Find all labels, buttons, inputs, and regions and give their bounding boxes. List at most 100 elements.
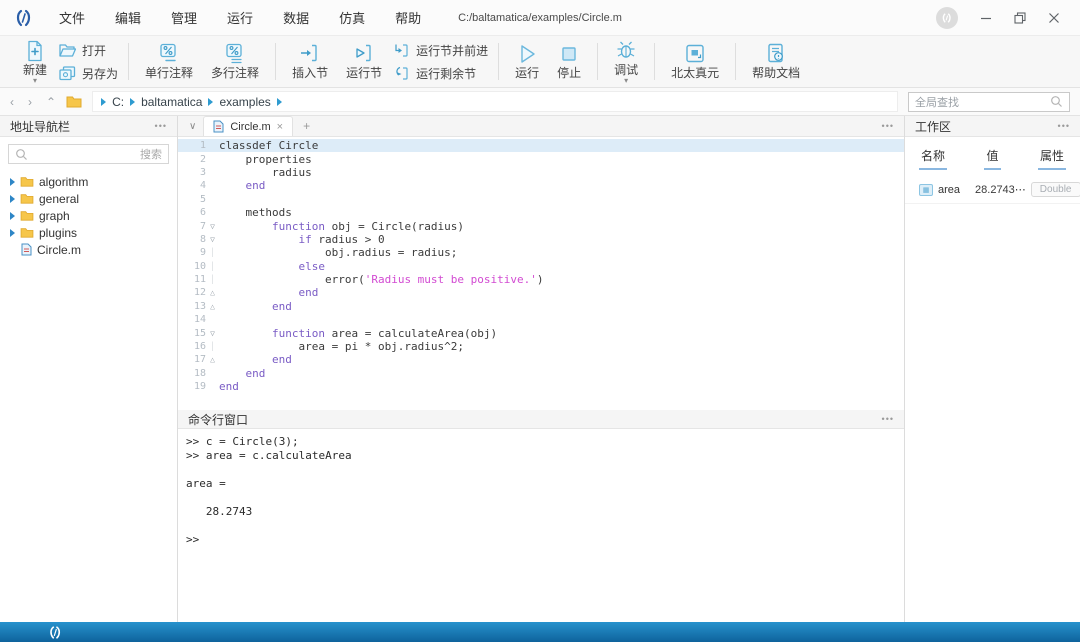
fold-marker-icon[interactable]: ▽ <box>206 235 219 244</box>
line-number: 15 <box>178 328 206 339</box>
code-line-1[interactable]: 1classdef Circle <box>178 139 904 152</box>
code-text: end <box>219 367 265 380</box>
sidebar-search-input[interactable]: 搜索 <box>8 144 169 164</box>
current-folder-icon[interactable] <box>66 95 82 108</box>
breadcrumb-segment[interactable]: C: <box>112 95 124 109</box>
tabbar-more-icon[interactable]: ••• <box>882 116 904 136</box>
folder-icon <box>20 176 34 187</box>
tab-add-icon[interactable]: + <box>293 116 320 136</box>
run-remaining-button[interactable]: 运行剩余节 <box>394 65 488 82</box>
menu-item-6[interactable]: 帮助 <box>380 8 436 27</box>
code-line-4[interactable]: 4 end <box>178 179 904 192</box>
run-section-button[interactable]: 运行节 <box>340 41 388 82</box>
fold-marker-icon[interactable]: △ <box>206 302 219 311</box>
tab-close-icon[interactable]: × <box>277 121 283 133</box>
workspace-column-0[interactable]: 名称 <box>919 147 968 170</box>
sidebar-search-placeholder: 搜索 <box>140 146 162 162</box>
save-as-button[interactable]: 另存为 <box>59 65 118 82</box>
minimize-button[interactable] <box>980 12 992 24</box>
beitai-zhenyuan-button[interactable]: 北太真元 <box>665 41 725 82</box>
debug-dropdown-caret-icon[interactable]: ▾ <box>624 78 628 84</box>
insert-section-icon <box>298 42 322 66</box>
menu-item-4[interactable]: 数据 <box>268 8 324 27</box>
tab-circle-m[interactable]: Circle.m × <box>203 116 293 136</box>
fold-marker-icon[interactable]: △ <box>206 355 219 364</box>
breadcrumb-segment[interactable]: examples <box>219 95 270 109</box>
code-line-3[interactable]: 3 radius <box>178 166 904 179</box>
tree-folder-general[interactable]: general <box>0 190 177 207</box>
run-section-advance-button[interactable]: 运行节并前进 <box>394 42 488 59</box>
global-search-placeholder: 全局查找 <box>915 94 1046 110</box>
nav-back-icon[interactable]: ‹ <box>10 95 14 109</box>
help-doc-button[interactable]: 帮助文档 <box>746 41 806 82</box>
workspace-column-2[interactable]: 属性 <box>1017 147 1066 170</box>
code-line-10[interactable]: 10│ else <box>178 260 904 273</box>
expand-arrow-icon[interactable] <box>10 212 15 220</box>
workspace-column-headers: 名称值属性 <box>905 137 1080 176</box>
code-line-13[interactable]: 13△ end <box>178 300 904 313</box>
code-line-18[interactable]: 18 end <box>178 367 904 380</box>
tree-folder-graph[interactable]: graph <box>0 207 177 224</box>
nav-up-icon[interactable]: ⌃ <box>46 95 56 109</box>
workspace-rows: ▦area28.2743⋯Double <box>905 176 1080 204</box>
expand-arrow-icon[interactable] <box>10 229 15 237</box>
single-line-comment-button[interactable]: 单行注释 <box>139 41 199 82</box>
tab-list-chevron-icon[interactable]: ∨ <box>182 116 203 136</box>
code-line-8[interactable]: 8▽ if radius > 0 <box>178 233 904 246</box>
expand-arrow-icon[interactable] <box>10 178 15 186</box>
new-dropdown-caret-icon[interactable]: ▾ <box>33 78 37 84</box>
stop-button[interactable]: 停止 <box>551 41 587 82</box>
workspace-column-1[interactable]: 值 <box>968 147 1017 170</box>
command-window-more-icon[interactable]: ••• <box>882 414 894 424</box>
fold-marker-icon[interactable]: △ <box>206 288 219 297</box>
breadcrumb-segment[interactable]: baltamatica <box>141 95 202 109</box>
debug-button[interactable]: 调试 ▾ <box>608 38 644 85</box>
workspace-more-icon[interactable]: ••• <box>1058 121 1070 131</box>
code-line-17[interactable]: 17△ end <box>178 353 904 366</box>
toolbar-ribbon: 新建 ▾ 打开 另存为 <box>0 36 1080 88</box>
tree-folder-algorithm[interactable]: algorithm <box>0 173 177 190</box>
workspace-panel: 工作区 ••• 名称值属性 ▦area28.2743⋯Double <box>905 116 1080 622</box>
workspace-row-area[interactable]: ▦area28.2743⋯Double <box>905 176 1080 204</box>
code-line-11[interactable]: 11│ error('Radius must be positive.') <box>178 273 904 286</box>
code-area[interactable]: 1classdef Circle2 properties3 radius4 en… <box>178 137 904 410</box>
restore-button[interactable] <box>1014 12 1026 24</box>
run-button[interactable]: 运行 <box>509 41 545 82</box>
code-line-16[interactable]: 16│ area = pi * obj.radius^2; <box>178 340 904 353</box>
menu-item-3[interactable]: 运行 <box>212 8 268 27</box>
insert-section-button[interactable]: 插入节 <box>286 41 334 82</box>
code-line-14[interactable]: 14 <box>178 313 904 326</box>
code-line-7[interactable]: 7▽ function obj = Circle(radius) <box>178 219 904 232</box>
new-file-button[interactable]: 新建 ▾ <box>17 38 53 85</box>
tree-folder-label: general <box>39 192 79 206</box>
multi-line-comment-button[interactable]: 多行注释 <box>205 41 265 82</box>
close-button[interactable] <box>1048 12 1060 24</box>
command-window[interactable]: >> c = Circle(3);>> area = c.calculateAr… <box>178 429 904 622</box>
code-line-12[interactable]: 12△ end <box>178 286 904 299</box>
menu-item-5[interactable]: 仿真 <box>324 8 380 27</box>
tree-file-circle-m[interactable]: Circle.m <box>0 241 177 258</box>
tree-folder-plugins[interactable]: plugins <box>0 224 177 241</box>
folder-icon <box>20 227 34 238</box>
breadcrumb[interactable]: C: baltamatica examples <box>92 91 898 112</box>
sidebar-file-navigator: 地址导航栏 ••• 搜索 algorithmgeneralgraphplugin… <box>0 116 178 622</box>
nav-forward-icon[interactable]: › <box>28 95 32 109</box>
search-icon <box>1050 95 1063 108</box>
code-line-19[interactable]: 19end <box>178 380 904 393</box>
expand-arrow-icon[interactable] <box>10 195 15 203</box>
line-number: 4 <box>178 180 206 191</box>
open-button[interactable]: 打开 <box>59 42 118 59</box>
code-line-9[interactable]: 9│ obj.radius = radius; <box>178 246 904 259</box>
fold-marker-icon[interactable]: ▽ <box>206 329 219 338</box>
code-line-6[interactable]: 6 methods <box>178 206 904 219</box>
menu-item-0[interactable]: 文件 <box>44 8 100 27</box>
menu-item-1[interactable]: 编辑 <box>100 8 156 27</box>
fold-marker-icon[interactable]: ▽ <box>206 222 219 231</box>
code-line-2[interactable]: 2 properties <box>178 152 904 165</box>
command-line <box>186 463 904 477</box>
code-line-15[interactable]: 15▽ function area = calculateArea(obj) <box>178 326 904 339</box>
global-search-input[interactable]: 全局查找 <box>908 92 1070 112</box>
code-line-5[interactable]: 5 <box>178 193 904 206</box>
sidebar-more-icon[interactable]: ••• <box>155 121 167 131</box>
menu-item-2[interactable]: 管理 <box>156 8 212 27</box>
